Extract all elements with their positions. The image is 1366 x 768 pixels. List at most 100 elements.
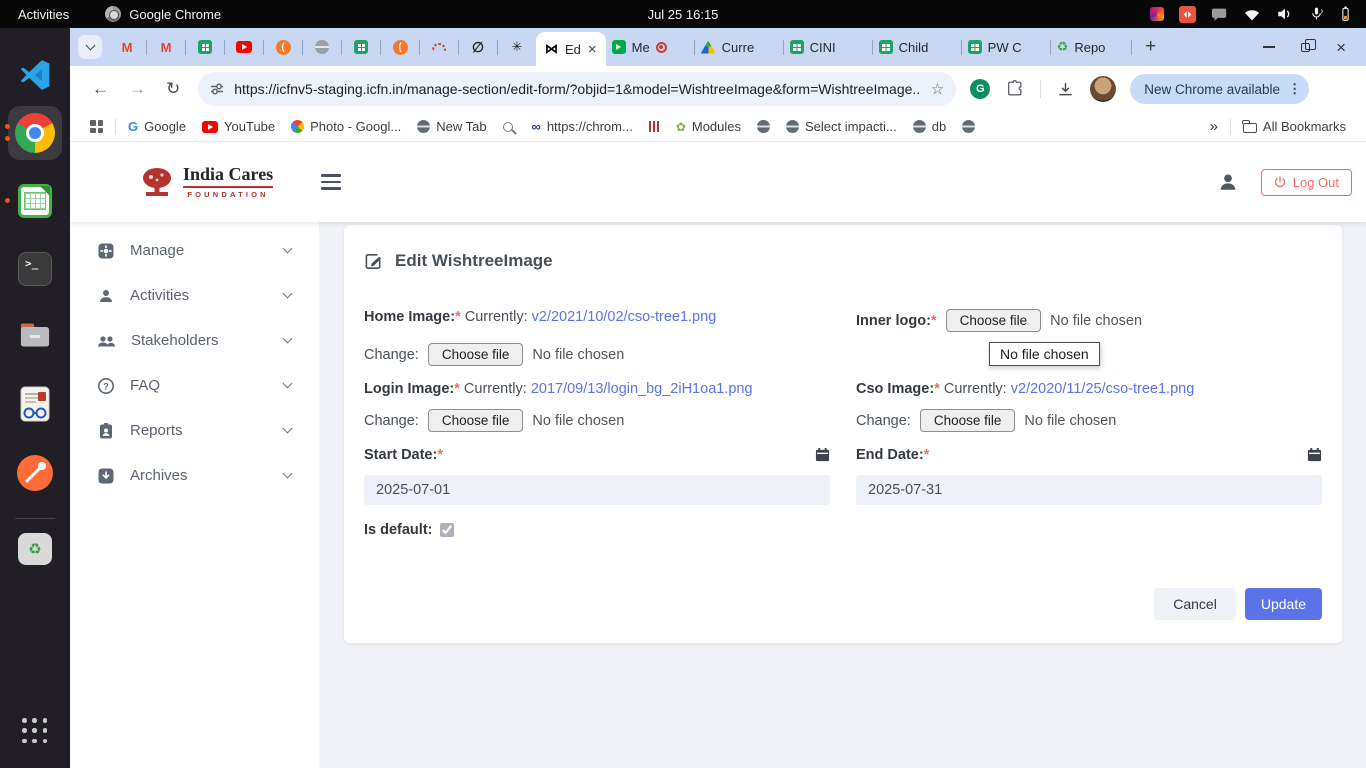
profile-avatar[interactable] [1090,76,1116,102]
bookmark-photos[interactable]: Photo - Googl... [283,119,409,134]
sidebar-item-stakeholders[interactable]: Stakeholders [70,318,319,363]
document-viewer-dock-icon[interactable] [19,386,51,429]
tab-openai[interactable]: ✳ [498,30,536,64]
login-image-choose-file-button[interactable]: Choose file [428,409,524,432]
files-dock-icon[interactable] [17,320,53,355]
tune-icon[interactable] [210,82,224,96]
bookmark-chrome-link[interactable]: ∞https://chrom... [524,119,641,134]
sidebar-item-reports[interactable]: Reports [70,408,319,453]
kebab-menu-icon[interactable]: ⋮ [1288,81,1301,97]
openai-icon: ✳ [512,39,523,55]
tab-youtube[interactable] [225,30,263,64]
update-button[interactable]: Update [1245,588,1322,620]
bookmark-select-impact[interactable]: Select impacti... [778,119,905,134]
tab-sheets-child[interactable]: Child [873,30,961,64]
tab-red-arc[interactable] [420,30,458,64]
activities-button[interactable]: Activities [18,7,69,22]
calendar-icon[interactable] [815,447,830,462]
cancel-button[interactable]: Cancel [1154,588,1236,620]
login-image-link[interactable]: 2017/09/13/login_bg_2iH1oa1.png [531,381,753,397]
home-image-link[interactable]: v2/2021/10/02/cso-tree1.png [532,309,717,325]
tab-search-button[interactable] [78,35,102,59]
tab-orange-2[interactable]: ( [381,30,419,64]
home-image-choose-file-button[interactable]: Choose file [428,343,524,366]
app-indicator-cube-icon[interactable] [1150,7,1164,21]
back-button[interactable]: ← [92,79,109,99]
chrome-dock-icon[interactable] [8,106,62,160]
address-bar[interactable]: ☆ [198,72,956,106]
bookmark-star-icon[interactable]: ☆ [931,80,944,98]
new-tab-button[interactable]: + [1132,30,1170,64]
terminal-dock-icon[interactable]: >_ [18,252,52,286]
home-image-field: Home Image:* Currently: v2/2021/10/02/cs… [364,309,830,332]
bookmark-red-favicon[interactable] [641,121,668,132]
grammarly-extension-icon[interactable]: G [970,79,990,99]
sidebar-item-manage[interactable]: Manage [70,228,319,273]
tab-meet[interactable]: Me [606,30,694,64]
start-date-input[interactable] [364,475,830,505]
all-bookmarks-button[interactable]: All Bookmarks [1235,119,1354,134]
close-tab-icon[interactable]: × [588,42,597,57]
trash-dock-icon[interactable]: ♻ [18,533,52,565]
end-date-input[interactable] [856,475,1322,505]
sidebar-nav: Manage Activities Stakeholders ? FAQ Rep… [70,222,319,768]
bookmark-youtube[interactable]: YouTube [194,119,283,134]
tab-globe[interactable] [303,30,341,64]
restore-button[interactable] [1301,43,1310,52]
chat-icon[interactable] [1211,7,1228,22]
tab-gmail-1[interactable]: M [108,30,146,64]
libreoffice-calc-dock-icon[interactable] [18,184,52,218]
reload-button[interactable]: ↻ [166,79,180,99]
tab-sheets-cini[interactable]: CINI [784,30,872,64]
tab-repo[interactable]: ♻ Repo [1051,30,1131,64]
minimize-button[interactable] [1263,46,1275,48]
tab-drive[interactable]: Curre [695,30,783,64]
bookmark-globe-1[interactable] [749,120,778,133]
site-logo[interactable]: India Cares FOUNDATION [140,165,273,199]
calendar-icon[interactable] [1307,447,1322,462]
focused-app-indicator[interactable]: Google Chrome [105,6,221,22]
inner-logo-choose-file-button[interactable]: Choose file [946,309,1042,332]
bookmark-search[interactable] [495,122,524,132]
vscode-dock-icon[interactable] [18,58,52,97]
tab-sheets-2[interactable] [342,30,380,64]
chrome-update-button[interactable]: New Chrome available ⋮ [1130,74,1309,104]
wifi-icon[interactable] [1243,7,1261,22]
user-icon[interactable] [1217,171,1239,193]
extensions-puzzle-icon[interactable] [1006,80,1024,98]
tab-sheets-1[interactable] [186,30,224,64]
download-icon[interactable] [1057,81,1074,98]
close-window-button[interactable]: × [1336,39,1346,56]
bookmark-modules[interactable]: ✿Modules [668,119,749,134]
dock-separator [15,518,55,519]
tab-gmail-2[interactable]: M [147,30,185,64]
microphone-icon[interactable] [1309,6,1324,23]
bookmark-globe-2[interactable] [954,120,983,133]
bookmark-db[interactable]: db [905,119,954,134]
volume-icon[interactable] [1276,6,1294,22]
is-default-checkbox[interactable] [440,523,454,537]
tab-orange-1[interactable]: ( [264,30,302,64]
bookmark-new-tab[interactable]: New Tab [409,119,494,134]
sidebar-toggle-button[interactable] [321,174,341,190]
cso-image-choose-file-button[interactable]: Choose file [920,409,1016,432]
sidebar-item-activities[interactable]: Activities [70,273,319,318]
cso-image-link[interactable]: v2/2020/11/25/cso-tree1.png [1011,381,1195,397]
screen-share-icon[interactable] [1179,6,1196,23]
sidebar-item-faq[interactable]: ? FAQ [70,363,319,408]
tab-sheets-pw[interactable]: PW C [962,30,1050,64]
tab-strip: M M ( ( ∅ ✳ ⋈ Ed × Me [70,28,1366,66]
logout-button[interactable]: Log Out [1261,169,1352,196]
battery-icon[interactable] [1339,5,1352,23]
apps-shortcut[interactable] [82,120,111,133]
postman-dock-icon[interactable] [16,454,54,497]
tab-empty-set[interactable]: ∅ [459,30,497,64]
url-input[interactable] [234,81,921,97]
tab-active-edit[interactable]: ⋈ Ed × [536,32,606,66]
forward-button[interactable]: → [129,79,146,99]
show-applications-button[interactable] [22,718,48,744]
clock[interactable]: Jul 25 16:15 [648,7,719,22]
bookmark-google[interactable]: GGoogle [120,119,194,134]
sidebar-item-archives[interactable]: Archives [70,453,319,498]
bookmarks-overflow-button[interactable]: » [1202,118,1226,135]
